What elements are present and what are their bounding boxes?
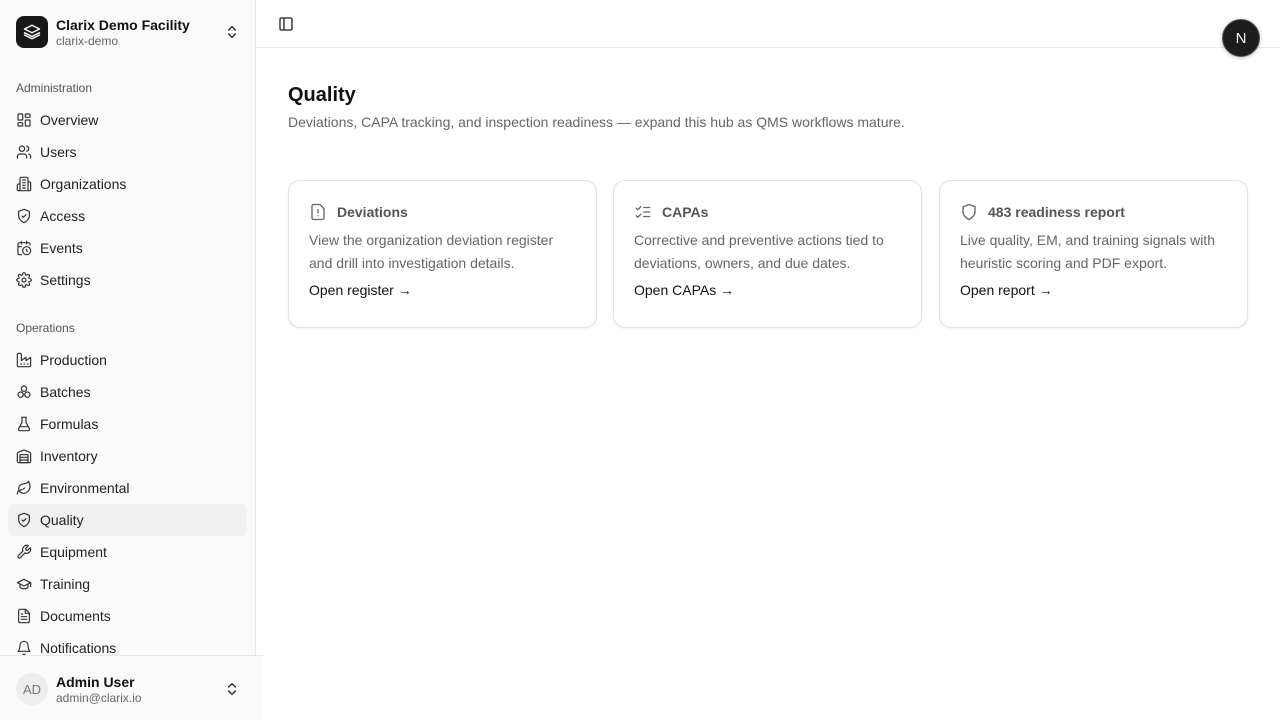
- wrench-icon: [16, 544, 32, 560]
- boxes-icon: [16, 384, 32, 400]
- card-title: Deviations: [337, 204, 408, 220]
- file-alert-icon: [309, 203, 327, 221]
- sidebar-item-overview[interactable]: Overview: [8, 104, 247, 136]
- panel-left-icon: [278, 16, 294, 32]
- sidebar-item-access[interactable]: Access: [8, 200, 247, 232]
- sidebar-item-label: Quality: [40, 512, 84, 528]
- sidebar-item-quality[interactable]: Quality: [8, 504, 247, 536]
- sidebar-item-equipment[interactable]: Equipment: [8, 536, 247, 568]
- graduation-cap-icon: [16, 576, 32, 592]
- open-register-link[interactable]: Open register →: [309, 282, 412, 298]
- sidebar-item-label: Organizations: [40, 176, 127, 192]
- card-deviations: Deviations View the organization deviati…: [288, 180, 597, 328]
- list-checks-icon: [634, 203, 652, 221]
- building-icon: [16, 176, 32, 192]
- sidebar-item-label: Users: [40, 144, 77, 160]
- layers-icon: [16, 16, 48, 48]
- sidebar: Clarix Demo Facility clarix-demo Adminis…: [0, 0, 263, 720]
- shield-icon: [960, 203, 978, 221]
- shield-check-icon: [16, 512, 32, 528]
- user-name: Admin User: [56, 673, 135, 690]
- sidebar-item-label: Formulas: [40, 416, 99, 432]
- open-report-link[interactable]: Open report →: [960, 282, 1053, 298]
- user-email: admin@clarix.io: [56, 690, 142, 705]
- calendar-clock-icon: [16, 240, 32, 256]
- card-description: Corrective and preventive actions tied t…: [634, 232, 884, 271]
- sidebar-item-formulas[interactable]: Formulas: [8, 408, 247, 440]
- sidebar-item-label: Settings: [40, 272, 91, 288]
- sidebar-item-production[interactable]: Production: [8, 344, 247, 376]
- sidebar-footer: AD Admin User admin@clarix.io: [0, 655, 263, 720]
- sidebar-item-users[interactable]: Users: [8, 136, 247, 168]
- sidebar-item-label: Batches: [40, 384, 91, 400]
- org-name: Clarix Demo Facility: [56, 16, 190, 33]
- sidebar-toggle-button[interactable]: [276, 14, 296, 34]
- sidebar-item-label: Inventory: [40, 448, 98, 464]
- sidebar-item-documents[interactable]: Documents: [8, 600, 247, 632]
- flask-icon: [16, 416, 32, 432]
- sidebar-item-label: Notifications: [40, 640, 117, 656]
- sidebar-item-events[interactable]: Events: [8, 232, 247, 264]
- sidebar-item-label: Documents: [40, 608, 111, 624]
- file-text-icon: [16, 608, 32, 624]
- card-description: View the organization deviation register…: [309, 232, 554, 271]
- nav-group-operations: Operations: [16, 321, 75, 335]
- sidebar-item-label: Access: [40, 208, 86, 224]
- card-capas: CAPAs Corrective and preventive actions …: [613, 180, 922, 328]
- sidebar-item-label: Production: [40, 352, 107, 368]
- page-subtitle: Deviations, CAPA tracking, and inspectio…: [288, 114, 905, 130]
- card-483-readiness: 483 readiness report Live quality, EM, a…: [939, 180, 1248, 328]
- leaf-icon: [16, 480, 32, 496]
- users-icon: [16, 144, 32, 160]
- shield-check-icon: [16, 208, 32, 224]
- sidebar-item-label: Overview: [40, 112, 99, 128]
- user-menu[interactable]: AD Admin User admin@clarix.io: [8, 665, 248, 713]
- sidebar-item-label: Environmental: [40, 480, 130, 496]
- org-switcher[interactable]: Clarix Demo Facility clarix-demo: [8, 8, 248, 56]
- sidebar-item-label: Equipment: [40, 544, 107, 560]
- nav-group-administration: Administration: [16, 81, 93, 95]
- open-capas-link[interactable]: Open CAPAs →: [634, 282, 734, 298]
- warehouse-icon: [16, 448, 32, 464]
- factory-icon: [16, 352, 32, 368]
- profile-initial: N: [1235, 29, 1247, 47]
- chevrons-up-down-icon: [224, 24, 240, 40]
- sidebar-item-label: Training: [40, 576, 91, 592]
- page-title: Quality: [288, 84, 356, 106]
- nav-administration: Overview Users Organizations Access Even…: [8, 104, 247, 296]
- sidebar-item-environmental[interactable]: Environmental: [8, 472, 247, 504]
- bell-icon: [16, 640, 32, 656]
- topbar: [256, 0, 1280, 48]
- sidebar-item-batches[interactable]: Batches: [8, 376, 247, 408]
- nav-operations: Production Batches Formulas Inventory En…: [8, 344, 247, 664]
- card-description: Live quality, EM, and training signals w…: [960, 232, 1215, 271]
- card-title: CAPAs: [662, 204, 709, 220]
- sidebar-item-label: Events: [40, 240, 83, 256]
- sidebar-item-training[interactable]: Training: [8, 568, 247, 600]
- chevrons-up-down-icon: [224, 681, 240, 697]
- avatar: AD: [16, 673, 48, 705]
- sidebar-item-settings[interactable]: Settings: [8, 264, 247, 296]
- profile-badge[interactable]: N: [1222, 19, 1260, 57]
- gear-icon: [16, 272, 32, 288]
- dashboard-icon: [16, 112, 32, 128]
- card-title: 483 readiness report: [988, 204, 1125, 220]
- sidebar-item-inventory[interactable]: Inventory: [8, 440, 247, 472]
- org-slug: clarix-demo: [56, 33, 119, 48]
- sidebar-item-organizations[interactable]: Organizations: [8, 168, 247, 200]
